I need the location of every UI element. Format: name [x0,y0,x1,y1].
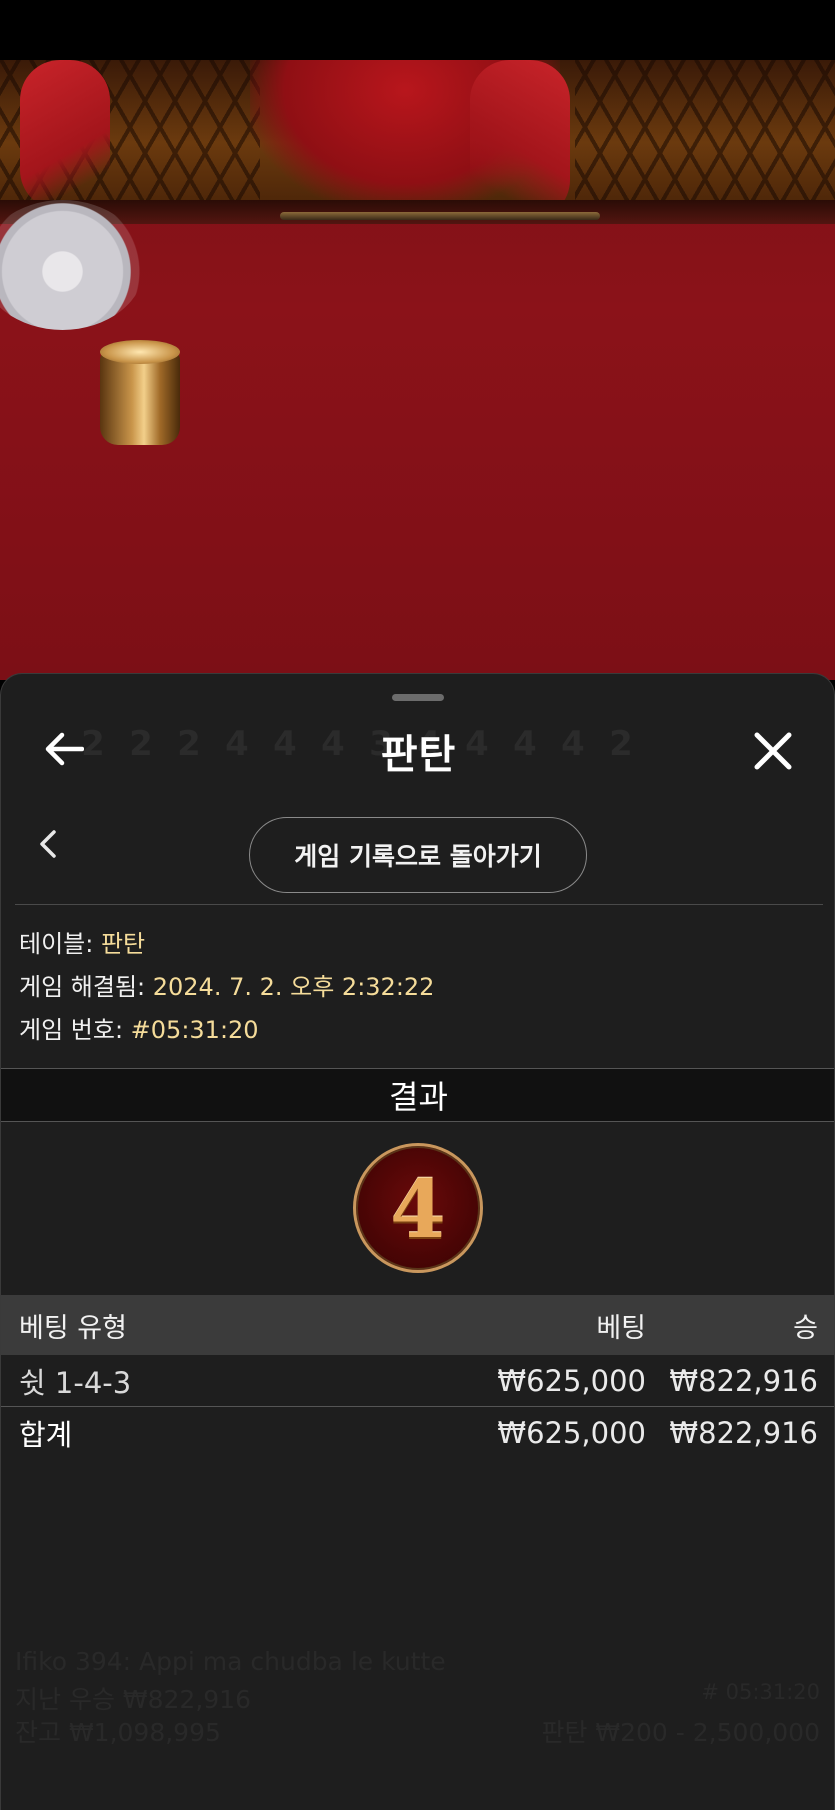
info-table: 테이블: 판탄 [19,924,145,959]
result-header: 결과 [1,1068,834,1122]
info-resolved-label: 게임 해결됨: [19,973,153,1001]
sheet-title: 판탄 [380,732,457,778]
info-game-number-label: 게임 번호: [19,1016,131,1044]
info-resolved: 게임 해결됨: 2024. 7. 2. 오후 2:32:22 [19,967,434,1002]
table-row: 쉿 1-4-3 ₩625,000 ₩822,916 [1,1355,834,1407]
close-icon [754,732,792,770]
divider [15,904,823,905]
last-win-text: 지난 우승 ₩822,916 [15,1685,251,1714]
info-table-label: 테이블: [19,930,101,958]
info-game-number: 게임 번호: #05:31:20 [19,1010,259,1045]
header-win: 승 [793,1312,818,1344]
back-to-history-button[interactable]: 게임 기록으로 돌아가기 [249,817,587,893]
bet-table-header: 베팅 유형 베팅 승 [1,1295,834,1355]
bet-amount-cell: ₩625,000 [497,1363,646,1398]
dealer-arm-right [470,60,570,220]
game-id-text: # 05:31:20 [701,1680,820,1704]
bet-table: 베팅 유형 베팅 승 쉿 1-4-3 ₩625,000 ₩822,916 합계 … [1,1295,834,1459]
bet-type-cell: 쉿 1-4-3 [19,1365,132,1400]
live-video-feed [0,60,835,680]
info-table-value: 판탄 [100,930,146,958]
info-game-number-value: #05:31:20 [130,1016,259,1044]
result-ball: 4 [353,1143,483,1273]
balance-text: 잔고 ₩1,098,995 [15,1718,221,1747]
chevron-left-icon [40,830,56,858]
table-limits-text: 판탄 ₩200 - 2,500,000 [541,1718,820,1747]
header-bet: 베팅 [596,1312,646,1344]
player-chat-line: Ifiko 394: Appi ma chudba le kutte [15,1647,446,1676]
previous-game-button[interactable] [31,824,65,864]
lattice-decoration-right [575,60,835,210]
info-resolved-value: 2024. 7. 2. 오후 2:32:22 [152,973,435,1001]
sheet-grabber[interactable] [392,694,444,701]
result-number: 4 [390,1162,446,1256]
total-row: 합계 ₩625,000 ₩822,916 [1,1407,834,1459]
dealer-arm-left [20,60,110,210]
header-bet-type: 베팅 유형 [19,1312,127,1344]
status-bar [0,0,835,60]
total-label: 합계 [19,1418,73,1452]
close-button[interactable] [746,724,800,778]
game-detail-sheet: 2 2 2 4 4 4 3 4 4 4 4 2 판탄 게임 기록으로 돌아가기 … [0,673,835,1810]
total-win: ₩822,916 [669,1416,818,1450]
win-amount-cell: ₩822,916 [669,1363,818,1398]
total-bet: ₩625,000 [497,1416,646,1450]
brass-cup [100,340,180,445]
dealer-stick [280,212,600,220]
